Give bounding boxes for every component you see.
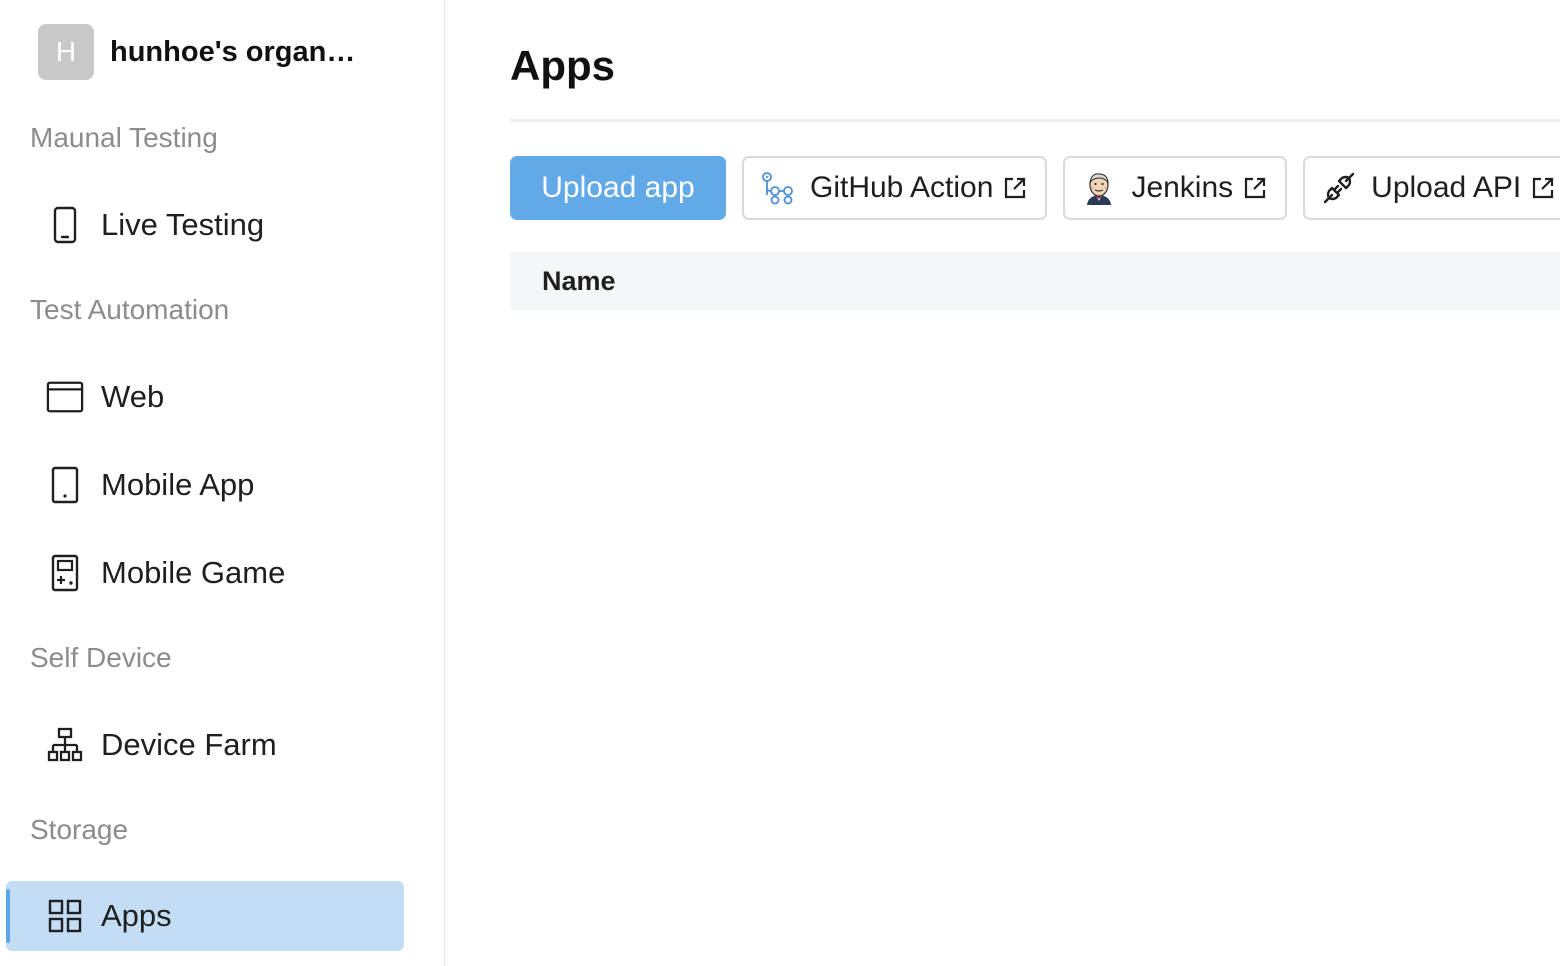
section-title-storage: Storage [30, 814, 129, 845]
sidebar: H hunhoe's organization Maunal Testing L… [0, 0, 445, 966]
section-title-manual-testing: Maunal Testing [30, 122, 218, 153]
sidebar-item-web[interactable]: Web [6, 362, 404, 432]
jenkins-label: Jenkins [1131, 171, 1234, 204]
sidebar-item-label: Live Testing [101, 207, 265, 242]
github-action-button[interactable]: GitHub Action [742, 156, 1048, 220]
grid-icon [46, 897, 84, 935]
sidebar-item-label: Web [101, 379, 165, 414]
external-link-icon [1003, 176, 1027, 200]
column-header-name[interactable]: Name [542, 266, 616, 297]
org-avatar: H [38, 24, 94, 80]
external-link-icon [1531, 176, 1555, 200]
sidebar-item-live-testing[interactable]: Live Testing [6, 190, 404, 260]
app-root: H hunhoe's organization Maunal Testing L… [0, 0, 1560, 966]
toolbar: Upload app GitHub Action Jenkins Upload … [510, 156, 1560, 220]
sidebar-item-device-farm[interactable]: Device Farm [6, 710, 404, 780]
sidebar-item-label: Mobile App [101, 467, 255, 502]
sidebar-item-mobile-app[interactable]: Mobile App [6, 450, 404, 520]
page-title: Apps [510, 42, 615, 89]
gamepad-icon [46, 554, 84, 592]
sidebar-item-label: Device Farm [101, 727, 277, 762]
upload-api-button[interactable]: Upload API [1303, 156, 1560, 220]
phone-icon [46, 206, 84, 244]
section-title-test-automation: Test Automation [30, 294, 230, 325]
sidebar-item-label: Apps [101, 898, 172, 933]
sidebar-item-mobile-game[interactable]: Mobile Game [6, 538, 404, 608]
sidebar-item-apps[interactable]: Apps [6, 881, 404, 951]
mobile-device-icon [46, 466, 84, 504]
github-action-label: GitHub Action [810, 171, 994, 204]
org-name: hunhoe's organization [110, 35, 360, 68]
section-title-self-device: Self Device [30, 642, 172, 673]
org-switcher[interactable]: H hunhoe's organization [38, 24, 408, 80]
upload-app-button[interactable]: Upload app [510, 156, 726, 220]
github-actions-icon [760, 170, 796, 206]
network-tree-icon [46, 726, 84, 764]
sidebar-item-label: Mobile Game [101, 555, 286, 590]
jenkins-button[interactable]: Jenkins [1063, 156, 1288, 220]
api-plug-icon [1321, 170, 1357, 206]
upload-api-label: Upload API [1371, 171, 1522, 204]
main-content: Apps Upload app GitHub Action Jenkins Up… [446, 0, 1560, 966]
external-link-icon [1243, 176, 1267, 200]
apps-table-header: Name [510, 252, 1560, 310]
browser-window-icon [46, 378, 84, 416]
title-divider [510, 119, 1560, 122]
jenkins-icon [1081, 170, 1117, 206]
